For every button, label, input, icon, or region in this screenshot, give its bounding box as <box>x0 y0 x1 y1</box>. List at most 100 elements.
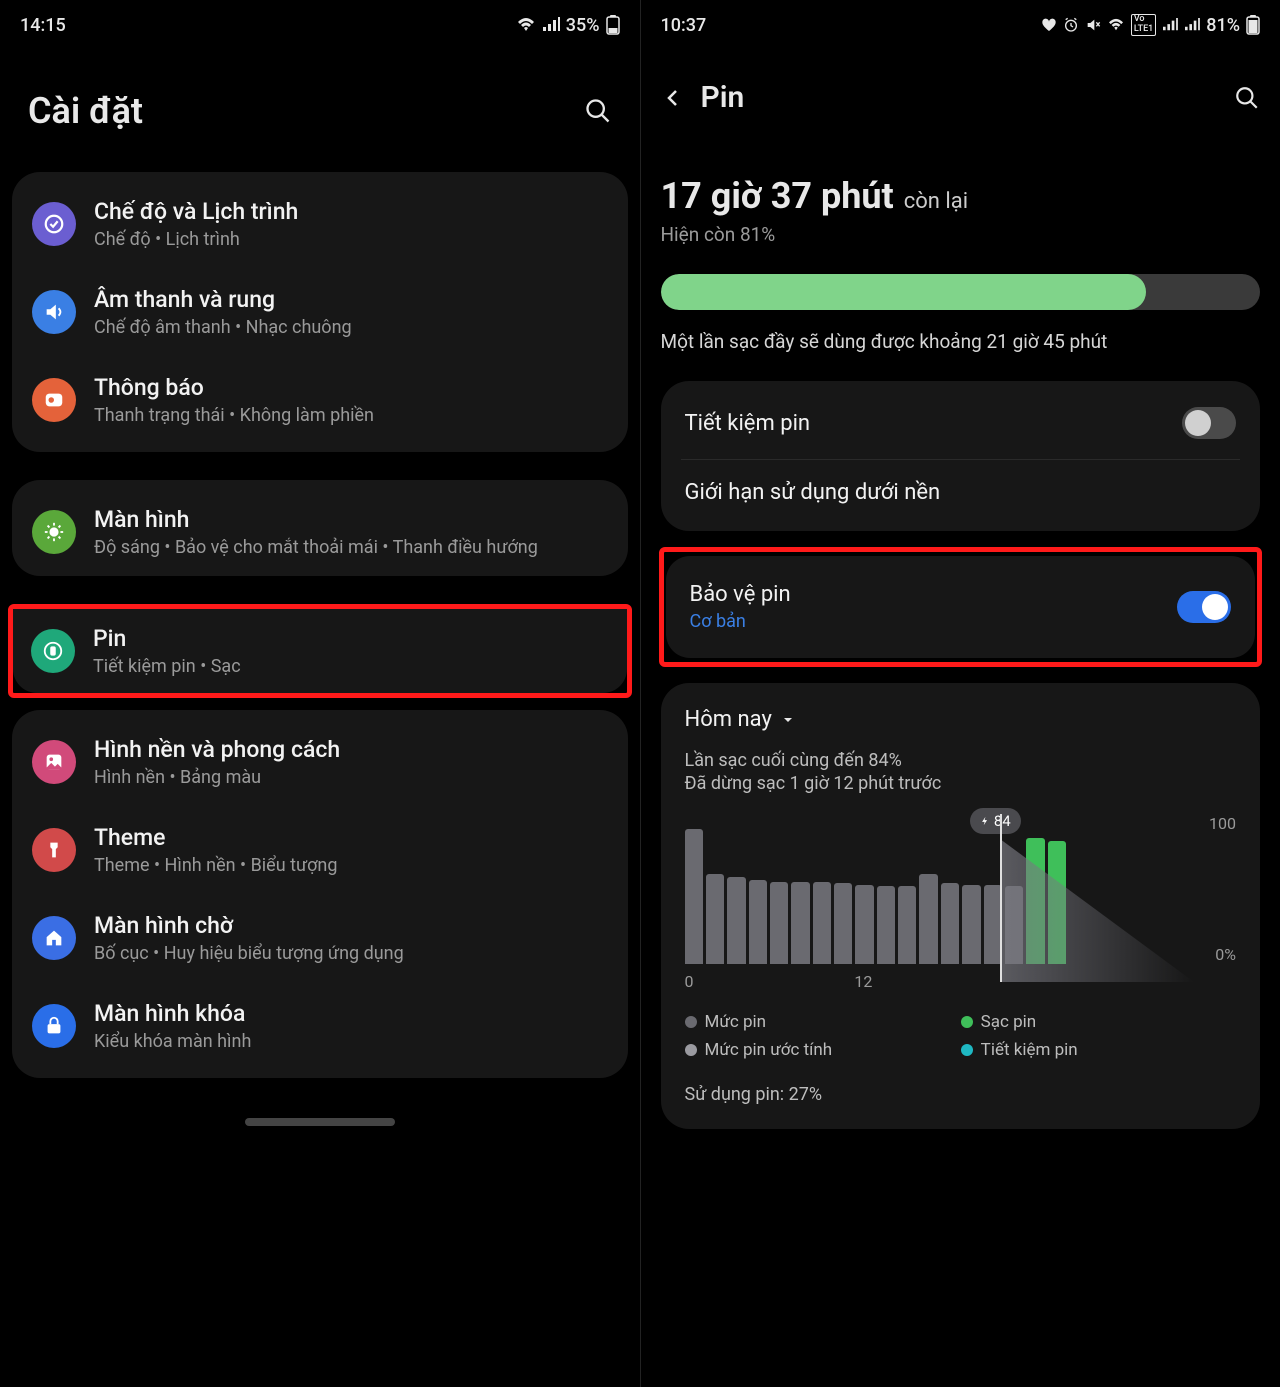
row-sub: Cơ bản <box>690 611 1178 632</box>
settings-item-sub: Tiết kiệm pin • Sạc <box>93 656 609 677</box>
display-icon <box>32 510 76 554</box>
settings-item-sub: Hình nền • Bảng màu <box>94 767 608 788</box>
chevron-down-icon <box>780 712 796 728</box>
legend-label: Tiết kiệm pin <box>981 1040 1078 1060</box>
settings-item-label: Âm thanh và rung <box>94 286 608 313</box>
fullcharge-estimate: Một lần sạc đầy sẽ dùng được khoảng 21 g… <box>661 330 1261 353</box>
chart-bar <box>685 829 703 964</box>
home-icon <box>32 916 76 960</box>
settings-item-label: Chế độ và Lịch trình <box>94 198 608 225</box>
chart-bar <box>706 874 724 964</box>
time-remaining-value: 17 giờ 37 phút <box>661 175 894 217</box>
chart-bar <box>962 885 980 965</box>
settings-item-label: Pin <box>93 625 609 652</box>
battery-protect-toggle[interactable] <box>1177 591 1231 623</box>
settings-item-sub: Thanh trạng thái • Không làm phiền <box>94 405 608 426</box>
back-button[interactable] <box>661 86 701 110</box>
settings-item-label: Theme <box>94 824 608 851</box>
settings-item-sub: Chế độ • Lịch trình <box>94 229 608 250</box>
settings-item-lockscreen[interactable]: Màn hình khóa Kiểu khóa màn hình <box>12 982 628 1070</box>
time-remaining: 17 giờ 37 phút còn lại <box>661 175 1261 217</box>
app-bar: Cài đặt <box>0 50 640 172</box>
signal-icon <box>1162 18 1178 32</box>
power-saving-toggle[interactable] <box>1182 407 1236 439</box>
nav-bar-indicator <box>245 1118 395 1126</box>
theme-icon <box>32 828 76 872</box>
chart-legend: Mức pin Sạc pin Mức pin ước tính Tiết ki… <box>685 1012 1237 1060</box>
battery-icon <box>606 15 620 35</box>
current-percent: Hiện còn 81% <box>661 223 1261 246</box>
chart-bar <box>984 885 1002 965</box>
legend-label: Mức pin ước tính <box>705 1040 833 1060</box>
settings-item-wallpaper[interactable]: Hình nền và phong cách Hình nền • Bảng m… <box>12 718 628 806</box>
page-title: Pin <box>701 80 1221 115</box>
y-tick: 0% <box>1215 945 1236 964</box>
battery-progress-fill <box>661 274 1147 310</box>
legend-label: Mức pin <box>705 1012 767 1032</box>
status-bar: 14:15 35% <box>0 0 640 50</box>
settings-item-label: Thông báo <box>94 374 608 401</box>
now-line <box>1000 814 1002 982</box>
battery-chart: 84 0 12 100 0% <box>685 814 1237 994</box>
settings-group: Màn hình Độ sáng • Bảo vệ cho mắt thoải … <box>12 480 628 576</box>
search-button[interactable] <box>572 97 612 125</box>
settings-item-homescreen[interactable]: Màn hình chờ Bố cục • Huy hiệu biểu tượn… <box>12 894 628 982</box>
chart-bar <box>941 883 959 964</box>
settings-item-mode[interactable]: Chế độ và Lịch trình Chế độ • Lịch trình <box>12 180 628 268</box>
row-label: Tiết kiệm pin <box>685 411 1183 436</box>
signal-icon <box>542 17 560 33</box>
legend-dot <box>685 1044 697 1056</box>
legend-dot <box>685 1016 697 1028</box>
heart-icon <box>1041 17 1057 33</box>
settings-screen: 14:15 35% Cài đặt Chế độ và Lịch t <box>0 0 640 1387</box>
chart-bar <box>770 882 788 965</box>
x-tick: 0 <box>685 972 855 991</box>
x-tick: 12 <box>854 972 1024 991</box>
row-label: Giới hạn sử dụng dưới nền <box>685 480 1237 505</box>
settings-item-sub: Kiểu khóa màn hình <box>94 1031 608 1052</box>
y-tick: 100 <box>1209 814 1236 833</box>
mute-icon <box>1085 17 1101 33</box>
highlight-box: Bảo vệ pin Cơ bản <box>659 547 1263 667</box>
status-time: 10:37 <box>661 15 707 36</box>
chart-bar <box>834 883 852 964</box>
notification-icon <box>32 378 76 422</box>
sound-icon <box>32 290 76 334</box>
legend-dot <box>961 1044 973 1056</box>
wifi-icon <box>516 17 536 33</box>
legend-dot <box>961 1016 973 1028</box>
chart-bar <box>813 882 831 965</box>
settings-item-battery[interactable]: Pin Tiết kiệm pin • Sạc <box>13 609 627 693</box>
settings-item-notifications[interactable]: Thông báo Thanh trạng thái • Không làm p… <box>12 356 628 444</box>
battery-screen: 10:37 VoLTE1 81% Pin 17 giờ 37 phút còn … <box>640 0 1280 1387</box>
row-battery-protect[interactable]: Bảo vệ pin Cơ bản <box>666 562 1256 652</box>
settings-item-display[interactable]: Màn hình Độ sáng • Bảo vệ cho mắt thoải … <box>12 488 628 576</box>
settings-group: Chế độ và Lịch trình Chế độ • Lịch trình… <box>12 172 628 452</box>
status-battery-pct: 35% <box>566 15 600 36</box>
search-button[interactable] <box>1220 85 1260 111</box>
settings-item-label: Màn hình <box>94 506 608 533</box>
chart-bar <box>919 874 937 964</box>
alarm-icon <box>1063 17 1079 33</box>
wallpaper-icon <box>32 740 76 784</box>
settings-item-theme[interactable]: Theme Theme • Hình nền • Biểu tượng <box>12 806 628 894</box>
chart-bar <box>898 886 916 964</box>
usage-percent: Sử dụng pin: 27% <box>685 1084 1237 1105</box>
row-label: Bảo vệ pin <box>690 582 1178 607</box>
period-label: Hôm nay <box>685 707 772 732</box>
chevron-left-icon <box>661 86 685 110</box>
chart-bar <box>791 882 809 965</box>
lastcharge-line1: Lần sạc cuối cùng đến 84% <box>685 750 1237 771</box>
settings-group: Hình nền và phong cách Hình nền • Bảng m… <box>12 710 628 1078</box>
chart-bar <box>749 880 767 964</box>
row-bg-limit[interactable]: Giới hạn sử dụng dưới nền <box>661 460 1261 525</box>
period-dropdown[interactable]: Hôm nay <box>685 707 1237 732</box>
row-power-saving[interactable]: Tiết kiệm pin <box>661 387 1261 459</box>
chart-bar <box>855 885 873 965</box>
settings-card: Tiết kiệm pin Giới hạn sử dụng dưới nền <box>661 381 1261 531</box>
status-time: 14:15 <box>20 15 66 36</box>
highlight-box: Pin Tiết kiệm pin • Sạc <box>8 604 632 698</box>
app-bar: Pin <box>641 50 1280 145</box>
search-icon <box>584 97 612 125</box>
settings-item-sound[interactable]: Âm thanh và rung Chế độ âm thanh • Nhạc … <box>12 268 628 356</box>
